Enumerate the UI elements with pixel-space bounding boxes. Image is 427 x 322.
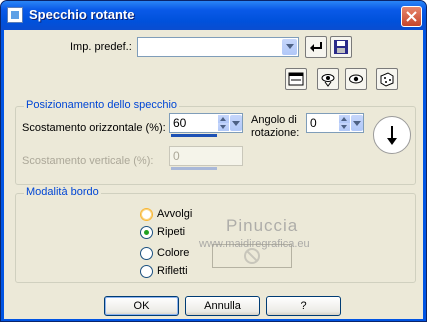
rotation-angle-spinner[interactable] [339,115,350,131]
randomize-button[interactable] [376,68,398,90]
horizontal-offset-dropdown[interactable] [230,115,242,131]
close-icon [406,11,417,22]
horizontal-offset-value: 60 [173,116,187,130]
radio-label: Avvolgi [157,208,193,220]
app-icon [7,7,23,23]
floppy-disk-icon [334,40,348,54]
rotation-label-line1: Angolo di [251,114,297,126]
radio-option-avvolgi[interactable]: Avvolgi [140,207,210,223]
horizontal-offset-field[interactable]: 60 [169,113,243,133]
radio-button[interactable] [140,208,153,221]
preview-toggle-button[interactable] [285,68,307,90]
title-bar[interactable]: Specchio rotante [1,1,426,30]
preset-dropdown[interactable] [137,37,299,57]
radio-option-rifletti[interactable]: Rifletti [140,264,210,280]
rotation-angle-dropdown[interactable] [351,115,363,131]
save-preset-button[interactable] [330,36,352,58]
reset-preset-button[interactable] [305,36,327,58]
spin-up-icon[interactable] [218,115,229,123]
eye-hand-icon [321,74,335,87]
preview-window-icon [288,72,304,86]
watermark-url: www.maidiregrafica.eu [199,238,310,250]
radio-label: Ripeti [157,226,186,238]
cancel-button[interactable]: Annulla [185,296,260,316]
mirror-position-title: Posizionamento dello specchio [24,99,180,111]
dialog-client: Imp. predef.: Posizionamento dello specc… [4,30,423,319]
spin-up-icon[interactable] [339,115,350,123]
proof-button[interactable] [317,68,339,90]
spin-down-icon[interactable] [218,123,229,131]
radio-button[interactable] [140,247,153,260]
vertical-offset-value: 0 [173,149,180,163]
down-arrow-icon [387,126,397,145]
chevron-down-icon[interactable] [282,39,297,55]
rotation-angle-value: 0 [310,116,317,130]
reset-arrow-icon [310,42,322,52]
dice-icon [380,72,394,87]
window-title: Specchio rotante [29,7,135,22]
help-button[interactable]: ? [266,296,341,316]
ok-button[interactable]: OK [104,296,179,316]
auto-proof-button[interactable] [345,68,367,90]
vertical-offset-slider[interactable] [171,167,217,170]
horizontal-offset-label: Scostamento orizzontale (%): [22,122,166,134]
preset-label: Imp. predef.: [70,41,132,53]
vertical-offset-label: Scostamento verticale (%): [22,155,154,167]
radio-label: Rifletti [157,265,188,277]
radio-label: Colore [157,247,190,259]
close-button[interactable] [401,6,422,27]
rotation-label-line2: rotazione: [251,127,300,139]
horizontal-offset-slider[interactable] [171,134,217,137]
rotation-angle-field[interactable]: 0 [306,113,364,133]
horizontal-offset-spinner[interactable] [218,115,229,131]
dialog-window: Specchio rotante Imp. predef.: Posiziona… [0,0,427,322]
border-mode-title: Modalità bordo [24,186,101,198]
spin-down-icon[interactable] [339,123,350,131]
radio-button[interactable] [140,265,153,278]
rotation-dial[interactable] [373,116,411,154]
radio-button-selected[interactable] [140,226,153,239]
watermark-name: Pinuccia [226,216,299,235]
vertical-offset-field[interactable]: 0 [169,146,243,166]
eye-icon [349,74,363,84]
